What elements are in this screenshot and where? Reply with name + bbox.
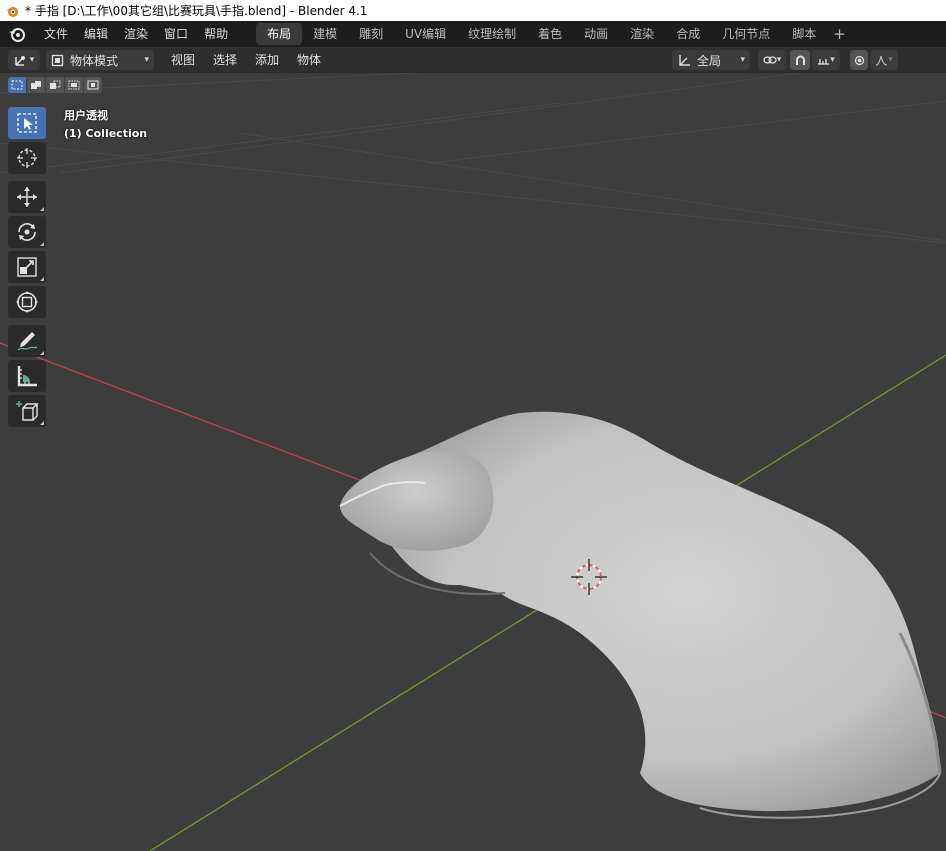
tab-shading[interactable]: 着色 (527, 23, 573, 45)
select-subtract-icon (50, 80, 61, 89)
select-extend-icon (31, 81, 41, 89)
select-difference-icon (68, 80, 80, 90)
menu-window[interactable]: 窗口 (156, 21, 196, 47)
blender-app-icon (6, 6, 18, 17)
tab-rendering[interactable]: 渲染 (619, 23, 665, 45)
annotate-pencil-icon (17, 332, 38, 351)
tab-scripting[interactable]: 脚本 (781, 23, 827, 45)
cursor-icon (17, 148, 37, 168)
cursor-tool-button[interactable] (8, 142, 46, 174)
menu-edit[interactable]: 编辑 (76, 21, 116, 47)
falloff-curve-icon (876, 55, 888, 66)
menu-add[interactable]: 添加 (246, 47, 288, 73)
select-new-button[interactable] (8, 77, 26, 93)
object-mode-icon (51, 54, 64, 66)
tool-shelf (8, 107, 46, 430)
window-title: * 手指 [D:\工作\00其它组\比赛玩具\手指.blend] - Blend… (25, 4, 368, 18)
editor-type-dropdown[interactable]: ▾ (8, 50, 40, 70)
finger-mesh (339, 411, 942, 819)
chevron-down-icon: ▾ (830, 55, 835, 65)
tab-sculpting[interactable]: 雕刻 (348, 23, 394, 45)
menu-view[interactable]: 视图 (162, 47, 204, 73)
menu-object[interactable]: 物体 (288, 47, 330, 73)
menu-select[interactable]: 选择 (204, 47, 246, 73)
tab-texture-paint[interactable]: 纹理绘制 (457, 23, 527, 45)
proportional-edit-toggle[interactable] (850, 50, 868, 70)
scale-icon (17, 257, 37, 277)
mode-label: 物体模式 (70, 53, 119, 68)
add-workspace-button[interactable]: + (827, 25, 852, 43)
annotate-tool-button[interactable] (8, 325, 46, 357)
link-icon (763, 56, 777, 64)
select-intersect-button[interactable] (84, 77, 102, 93)
measure-ruler-icon (17, 366, 37, 387)
orientation-label: 全局 (697, 53, 722, 68)
rotate-tool-button[interactable] (8, 216, 46, 248)
tool-options-corner (40, 421, 44, 425)
tool-options-corner (40, 242, 44, 246)
tool-options-corner (40, 207, 44, 211)
move-tool-button[interactable] (8, 181, 46, 213)
measure-tool-button[interactable] (8, 360, 46, 392)
mode-dropdown[interactable]: 物体模式 ▾ (46, 50, 154, 70)
select-extend-button[interactable] (27, 77, 45, 93)
axes-icon (14, 56, 25, 66)
viewport-info-overlay: 用户透视 (1) Collection (64, 107, 147, 143)
view-name-label: 用户透视 (64, 109, 108, 122)
transform-icon (16, 291, 38, 313)
tab-geometry-nodes[interactable]: 几何节点 (711, 23, 781, 45)
add-cube-icon (16, 401, 39, 421)
snap-target-dropdown[interactable]: ▾ (812, 50, 840, 70)
viewport-header: ▾ 物体模式 ▾ 视图 选择 添加 物体 全局 ▾ ▾ ▾ ▾ (0, 47, 946, 73)
menu-render[interactable]: 渲染 (116, 21, 156, 47)
chevron-down-icon: ▾ (776, 55, 782, 65)
tab-layout[interactable]: 布局 (256, 23, 303, 45)
select-subtract-button[interactable] (46, 77, 64, 93)
snap-toggle[interactable] (790, 50, 810, 70)
floor-grid (0, 73, 946, 244)
pivot-point-dropdown[interactable]: ▾ (758, 50, 786, 70)
scale-tool-button[interactable] (8, 251, 46, 283)
select-box-icon (17, 113, 37, 133)
select-box-tool-button[interactable] (8, 107, 46, 139)
chevron-down-icon: ▾ (888, 55, 893, 65)
top-menu-bar: 文件 编辑 渲染 窗口 帮助 布局 建模 雕刻 UV编辑 纹理绘制 着色 动画 … (0, 21, 946, 47)
chevron-down-icon: ▾ (740, 55, 745, 65)
rotate-icon (18, 223, 36, 241)
chevron-down-icon: ▾ (144, 55, 149, 65)
menu-file[interactable]: 文件 (36, 21, 76, 47)
chevron-down-icon: ▾ (29, 55, 35, 65)
falloff-dropdown[interactable]: ▾ (870, 50, 898, 70)
window-titlebar: * 手指 [D:\工作\00其它组\比赛玩具\手指.blend] - Blend… (0, 0, 946, 21)
proportional-edit-icon (854, 55, 864, 65)
collection-label: (1) Collection (64, 127, 148, 140)
transform-tool-button[interactable] (8, 286, 46, 318)
scene-canvas[interactable] (0, 73, 946, 851)
select-new-icon (11, 80, 23, 90)
transform-orientation-dropdown[interactable]: 全局 ▾ (672, 50, 750, 70)
move-icon (17, 187, 37, 207)
menu-help[interactable]: 帮助 (196, 21, 236, 47)
add-cube-tool-button[interactable] (8, 395, 46, 427)
tab-compositing[interactable]: 合成 (665, 23, 711, 45)
workspace-tabs: 布局 建模 雕刻 UV编辑 纹理绘制 着色 动画 渲染 合成 几何节点 脚本 + (256, 23, 852, 45)
snap-increment-icon (818, 58, 830, 65)
tab-animation[interactable]: 动画 (573, 23, 619, 45)
3d-viewport[interactable]: 用户透视 (1) Collection (0, 73, 946, 851)
orientation-icon (679, 55, 690, 66)
select-intersect-icon (87, 80, 99, 90)
blender-logo-icon[interactable] (8, 25, 26, 43)
tab-modeling[interactable]: 建模 (302, 23, 348, 45)
tool-options-corner (40, 351, 44, 355)
selection-mode-group (8, 77, 103, 93)
tool-options-corner (40, 277, 44, 281)
magnet-icon (795, 55, 805, 65)
select-difference-button[interactable] (65, 77, 83, 93)
x-axis-line (0, 342, 421, 504)
tab-uv-editing[interactable]: UV编辑 (394, 23, 457, 45)
